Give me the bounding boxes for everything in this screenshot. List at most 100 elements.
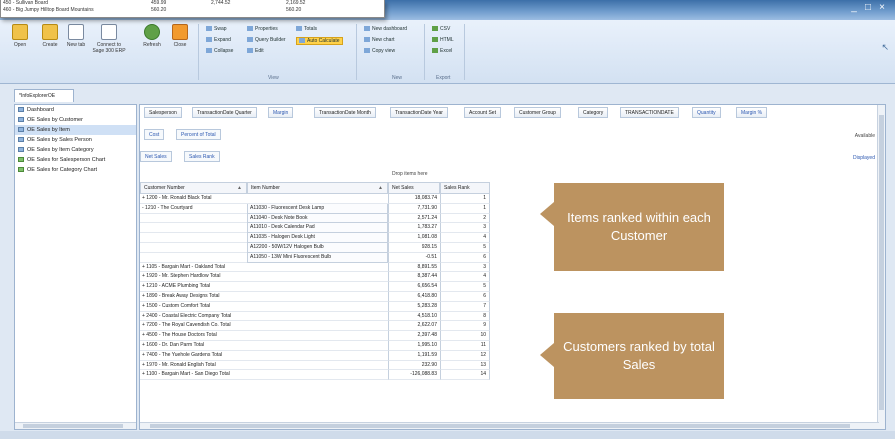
field-chip[interactable]: TransactionDate Year <box>390 107 448 118</box>
item-cell[interactable]: A11035 - Halogen Desk Light <box>247 233 388 243</box>
sales-rank-cell: 9 <box>440 321 490 332</box>
drop-zone[interactable]: Drop items here <box>390 169 460 180</box>
measure-chip-sales-rank[interactable]: Sales Rank <box>184 151 220 162</box>
net-sales-cell: 1,783.27 <box>388 223 440 234</box>
open-folder-icon <box>12 24 28 40</box>
maximize-button[interactable]: □ <box>861 2 875 13</box>
sales-rank-cell: 5 <box>440 242 490 253</box>
customer-cell[interactable]: + 1500 - Custom Comfort Total <box>140 302 247 312</box>
open-button[interactable]: Open <box>8 24 32 48</box>
tree-horizontal-scrollbar[interactable] <box>15 422 136 429</box>
minimize-button[interactable]: _ <box>847 2 861 13</box>
customer-cell[interactable]: + 4500 - The House Doctors Total <box>140 331 247 341</box>
sales-rank-header[interactable]: Sales Rank <box>440 182 490 194</box>
sort-icon[interactable]: ▲ <box>378 183 383 194</box>
tree-item[interactable]: OE Sales for Salesperson Chart <box>15 155 136 165</box>
field-chip[interactable]: Salesperson <box>144 107 182 118</box>
net-sales-cell: 6,656.54 <box>388 282 440 292</box>
item-cell[interactable]: A12200 - 50W/12V Halogen Bulb <box>247 242 388 253</box>
tree-item[interactable]: OE Sales by Item Category <box>15 145 136 155</box>
customer-cell[interactable]: + 1920 - Mr. Stephen Hardlow Total <box>140 272 247 283</box>
export-html-button[interactable]: HTML <box>432 37 454 43</box>
tree-item[interactable]: OE Sales by Item <box>15 125 136 135</box>
document-tab[interactable]: *InfoExplorerOE <box>14 89 74 102</box>
customer-cell[interactable]: + 1100 - Bargain Mart - San Diego Total <box>140 370 247 381</box>
item-cell[interactable]: A11010 - Desk Calendar Pad <box>247 223 388 234</box>
new-group-label: New <box>392 75 403 81</box>
measure-chip-net-sales[interactable]: Net Sales <box>140 151 172 162</box>
field-chip[interactable]: Quantity <box>692 107 721 118</box>
close-button[interactable]: Close <box>168 24 192 48</box>
table-row: + 1200 - Mr. Ronald Black Total 18,083.74… <box>140 194 520 204</box>
table-row: A11040 - Desk Note Book 2,571.24 2 <box>140 213 520 224</box>
field-chip[interactable]: Customer Group <box>514 107 561 118</box>
create-button[interactable]: Create <box>38 24 62 48</box>
export-csv-button[interactable]: CSV <box>432 26 450 32</box>
measures-row-displayed: Net Sales Sales Rank <box>140 151 885 163</box>
measure-chip-cost[interactable]: Cost <box>144 129 165 140</box>
field-chip[interactable]: Margin <box>268 107 294 118</box>
field-chip[interactable]: Category <box>578 107 609 118</box>
item-number-header[interactable]: Item Number ▲ <box>247 182 388 194</box>
scrollbar-thumb[interactable] <box>879 115 884 410</box>
query-builder-button[interactable]: Query Builder <box>247 37 286 43</box>
auto-calculate-button[interactable]: Auto Calculate <box>296 37 343 45</box>
table-row: + 7400 - The Yuehole Gardens Total 1,191.… <box>140 350 520 361</box>
copy-view-button[interactable]: Copy view <box>364 48 395 54</box>
customer-cell[interactable]: - 1210 - The Courtyard <box>140 204 247 214</box>
new-dashboard-button[interactable]: New dashboard <box>364 26 407 32</box>
measure-chip-percent-of-total[interactable]: Percent of Total <box>176 129 221 140</box>
help-pointer-icon[interactable]: ↖ <box>881 42 889 53</box>
export-excel-button[interactable]: Excel <box>432 48 452 54</box>
field-chip[interactable]: TransactionDate Month <box>314 107 376 118</box>
vertical-scrollbar[interactable] <box>877 105 885 429</box>
customer-cell[interactable]: + 7200 - The Royal Cavendish Co. Total <box>140 321 247 332</box>
scrollbar-thumb[interactable] <box>23 424 123 428</box>
table-row: + 1920 - Mr. Stephen Hardlow Total 8,387.… <box>140 272 520 283</box>
customer-cell[interactable]: + 1890 - Break Away Designs Total <box>140 292 247 302</box>
field-chip[interactable]: TRANSACTIONDATE <box>620 107 679 118</box>
html-icon <box>432 37 438 43</box>
refresh-button[interactable]: Refresh <box>140 24 164 48</box>
tree-item[interactable]: OE Sales by Sales Person <box>15 135 136 145</box>
new-tab-button[interactable]: New tab <box>64 24 88 48</box>
tree-item[interactable]: Dashboard <box>15 105 136 115</box>
field-chip[interactable]: Account Set <box>464 107 501 118</box>
chart-view-icon <box>18 157 24 162</box>
customer-cell[interactable]: + 1600 - Dr. Dan Parm Total <box>140 341 247 351</box>
customer-cell[interactable]: + 1970 - Mr. Ronald English Total <box>140 361 247 371</box>
item-cell[interactable]: A11040 - Desk Note Book <box>247 213 388 224</box>
net-sales-cell: 1,081.08 <box>388 233 440 243</box>
customer-number-header[interactable]: Customer Number ▲ <box>140 182 247 194</box>
sort-icon[interactable]: ▲ <box>237 183 242 194</box>
item-cell <box>247 341 388 351</box>
sales-rank-cell: 13 <box>440 360 490 371</box>
connect-button[interactable]: Connect to Sage 300 ERP <box>92 24 126 54</box>
net-sales-cell: 232.90 <box>388 360 440 371</box>
field-chip[interactable]: Margin % <box>736 107 768 118</box>
tree-item[interactable]: OE Sales by Customer <box>15 115 136 125</box>
scrollbar-thumb[interactable] <box>150 424 850 428</box>
totals-button[interactable]: Totals <box>296 26 317 32</box>
close-window-button[interactable]: × <box>875 2 889 13</box>
field-chip[interactable]: TransactionDate Quarter <box>192 107 257 118</box>
customer-cell[interactable]: + 1210 - ACME Plumbing Total <box>140 282 247 292</box>
expand-button[interactable]: Expand <box>206 37 231 43</box>
horizontal-scrollbar[interactable] <box>140 422 879 429</box>
swap-button[interactable]: Swap <box>206 26 227 32</box>
item-cell[interactable]: A11050 - 13W Mini Fluorescent Bulb <box>247 252 388 263</box>
customer-cell[interactable]: + 1105 - Bargain Mart - Oakland Total <box>140 263 247 273</box>
customer-cell[interactable]: + 1200 - Mr. Ronald Black Total <box>140 194 247 204</box>
new-chart-button[interactable]: New chart <box>364 37 395 43</box>
collapse-button[interactable]: Collapse <box>206 48 233 54</box>
excel-label: Excel <box>440 48 453 54</box>
item-cell[interactable]: A11030 - Fluorescent Desk Lamp <box>247 203 388 214</box>
customer-cell[interactable]: + 2400 - Coastal Electric Company Total <box>140 312 247 322</box>
edit-button[interactable]: Edit <box>247 48 264 54</box>
customer-cell[interactable]: + 7400 - The Yuehole Gardens Total <box>140 351 247 361</box>
net-sales-header[interactable]: Net Sales <box>388 182 440 194</box>
tree-item[interactable]: OE Sales for Category Chart <box>15 165 136 175</box>
net-sales-cell: 6,418.80 <box>388 291 440 302</box>
properties-button[interactable]: Properties <box>247 26 278 32</box>
auto-calculate-icon <box>299 38 305 44</box>
